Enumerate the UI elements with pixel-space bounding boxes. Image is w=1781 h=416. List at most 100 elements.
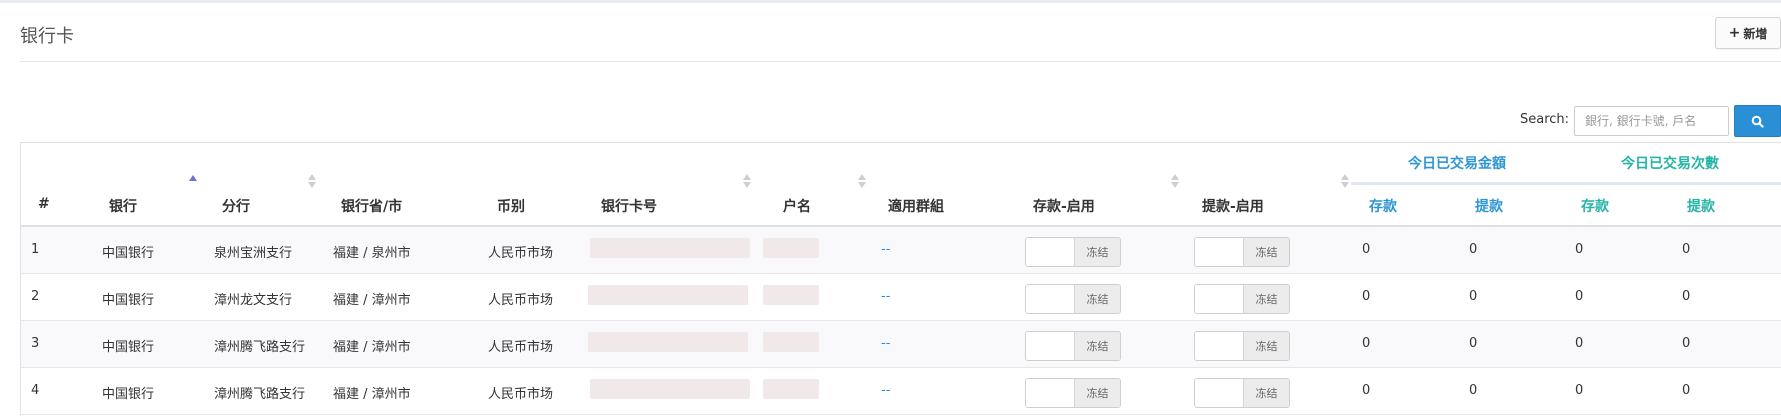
row-group-link[interactable]: -- <box>881 289 890 304</box>
row-group-link[interactable]: -- <box>881 383 890 398</box>
sort-icon[interactable] <box>1171 174 1179 188</box>
table-row: 2 中国银行 漳州龙文支行 福建 / 漳州市 人民币市场 -- 冻结 冻结 0 … <box>21 274 1781 321</box>
redacted-card-number <box>590 379 750 399</box>
row-currency: 人民币市场 <box>488 293 554 308</box>
col-amount-deposit[interactable]: 存款 <box>1369 196 1397 216</box>
row-amount-deposit: 0 <box>1362 289 1371 304</box>
row-province-city: 福建 / 漳州市 <box>333 387 411 402</box>
col-applicable-group[interactable]: 適用群組 <box>888 196 944 216</box>
col-province-city[interactable]: 银行省/市 <box>341 196 402 216</box>
row-province-city: 福建 / 漳州市 <box>333 340 411 355</box>
toggle-off-label: 冻结 <box>1243 285 1289 313</box>
row-count-withdraw: 0 <box>1682 242 1691 257</box>
row-currency: 人民币市场 <box>488 246 554 261</box>
redacted-card-number <box>588 332 748 352</box>
search-button[interactable] <box>1734 105 1781 137</box>
sort-icon[interactable] <box>308 174 316 188</box>
toggle-off-label: 冻结 <box>1243 238 1289 266</box>
redacted-card-number <box>590 238 750 258</box>
add-button[interactable]: + 新增 <box>1715 17 1781 49</box>
search-input[interactable] <box>1574 106 1729 136</box>
table-row: 3 中国银行 漳州腾飞路支行 福建 / 漳州市 人民币市场 -- 冻结 冻结 0… <box>21 321 1781 368</box>
toggle-off-label: 冻结 <box>1074 238 1120 266</box>
row-branch: 漳州腾飞路支行 <box>214 340 306 355</box>
col-count-deposit[interactable]: 存款 <box>1581 196 1609 216</box>
search-label: Search: <box>1520 112 1570 127</box>
col-bank[interactable]: 银行 <box>109 196 137 216</box>
row-amount-withdraw: 0 <box>1469 289 1478 304</box>
row-amount-deposit: 0 <box>1362 336 1371 351</box>
col-count-withdraw[interactable]: 提款 <box>1687 196 1715 216</box>
deposit-enabled-toggle[interactable]: 冻结 <box>1025 331 1121 361</box>
row-bank: 中国银行 <box>102 340 155 355</box>
col-card-no[interactable]: 银行卡号 <box>601 196 657 216</box>
title-divider <box>20 61 1781 62</box>
row-currency: 人民币市场 <box>488 387 554 402</box>
redacted-account-name <box>763 285 819 305</box>
table-row: 4 中国银行 漳州腾飞路支行 福建 / 漳州市 人民币市场 -- 冻结 冻结 0… <box>21 368 1781 415</box>
group-header-count: 今日已交易次數 <box>1621 156 1719 172</box>
row-branch: 漳州龙文支行 <box>214 293 293 308</box>
toggle-off-label: 冻结 <box>1074 332 1120 360</box>
bank-card-table: 今日已交易金額 今日已交易次數 # 银行 分行 银行省/市 币别 银行卡号 户名… <box>20 142 1781 416</box>
sort-icon[interactable] <box>1341 174 1349 188</box>
col-account-name[interactable]: 户名 <box>783 196 811 216</box>
redacted-account-name <box>763 332 819 352</box>
sort-asc-icon[interactable] <box>189 174 197 188</box>
redacted-account-name <box>763 379 819 399</box>
row-branch: 漳州腾飞路支行 <box>214 387 306 402</box>
col-index[interactable]: # <box>38 196 50 212</box>
row-group-link[interactable]: -- <box>881 336 890 351</box>
search-icon <box>1751 115 1764 128</box>
row-group-link[interactable]: -- <box>881 242 890 257</box>
group-header-underline <box>1351 182 1781 185</box>
withdraw-enabled-toggle[interactable]: 冻结 <box>1194 378 1290 408</box>
col-branch[interactable]: 分行 <box>222 196 250 216</box>
redacted-account-name <box>763 238 819 258</box>
row-amount-withdraw: 0 <box>1469 383 1478 398</box>
row-currency: 人民币市场 <box>488 340 554 355</box>
deposit-enabled-toggle[interactable]: 冻结 <box>1025 284 1121 314</box>
row-amount-deposit: 0 <box>1362 242 1371 257</box>
row-index: 4 <box>31 383 40 398</box>
group-header-amount: 今日已交易金額 <box>1408 156 1506 172</box>
row-count-deposit: 0 <box>1575 289 1584 304</box>
plus-icon: + <box>1728 25 1741 41</box>
row-bank: 中国银行 <box>102 246 155 261</box>
add-button-label: 新增 <box>1743 26 1768 41</box>
row-branch: 泉州宝洲支行 <box>214 246 293 261</box>
withdraw-enabled-toggle[interactable]: 冻结 <box>1194 331 1290 361</box>
row-index: 2 <box>31 289 40 304</box>
toggle-off-label: 冻结 <box>1243 379 1289 407</box>
row-province-city: 福建 / 漳州市 <box>333 293 411 308</box>
sort-icon[interactable] <box>858 174 866 188</box>
row-province-city: 福建 / 泉州市 <box>333 246 411 261</box>
toggle-off-label: 冻结 <box>1243 332 1289 360</box>
row-count-withdraw: 0 <box>1682 289 1691 304</box>
row-count-deposit: 0 <box>1575 336 1584 351</box>
row-count-deposit: 0 <box>1575 383 1584 398</box>
toggle-off-label: 冻结 <box>1074 285 1120 313</box>
row-amount-deposit: 0 <box>1362 383 1371 398</box>
row-count-withdraw: 0 <box>1682 383 1691 398</box>
row-count-deposit: 0 <box>1575 242 1584 257</box>
sort-icon[interactable] <box>743 174 751 188</box>
col-deposit-enabled[interactable]: 存款-启用 <box>1033 196 1095 216</box>
table-row: 1 中国银行 泉州宝洲支行 福建 / 泉州市 人民币市场 -- 冻结 冻结 0 … <box>21 227 1781 274</box>
row-index: 3 <box>31 336 40 351</box>
row-amount-withdraw: 0 <box>1469 242 1478 257</box>
withdraw-enabled-toggle[interactable]: 冻结 <box>1194 237 1290 267</box>
top-accent-line <box>0 0 1781 3</box>
col-amount-withdraw[interactable]: 提款 <box>1475 196 1503 216</box>
row-bank: 中国银行 <box>102 293 155 308</box>
page-title: 银行卡 <box>20 26 74 47</box>
toggle-off-label: 冻结 <box>1074 379 1120 407</box>
deposit-enabled-toggle[interactable]: 冻结 <box>1025 378 1121 408</box>
col-currency[interactable]: 币别 <box>497 196 525 216</box>
withdraw-enabled-toggle[interactable]: 冻结 <box>1194 284 1290 314</box>
row-amount-withdraw: 0 <box>1469 336 1478 351</box>
row-index: 1 <box>31 242 40 257</box>
col-withdraw-enabled[interactable]: 提款-启用 <box>1202 196 1264 216</box>
redacted-card-number <box>588 285 748 305</box>
deposit-enabled-toggle[interactable]: 冻结 <box>1025 237 1121 267</box>
